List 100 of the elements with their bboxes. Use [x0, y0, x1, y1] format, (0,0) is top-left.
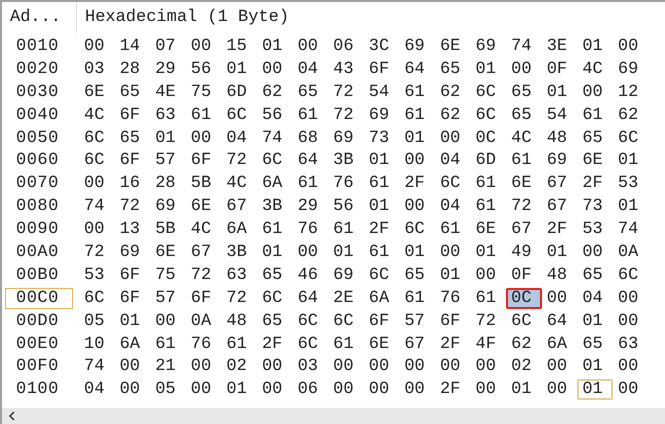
byte-cell[interactable]: 5B [150, 219, 186, 240]
byte-cell[interactable]: 01 [470, 242, 506, 263]
byte-cell[interactable]: 00 [470, 356, 506, 378]
byte-cell[interactable]: 69 [328, 264, 364, 286]
byte-cell[interactable]: 6F [114, 288, 150, 309]
byte-cell[interactable]: 6C [79, 150, 115, 172]
byte-cell[interactable]: 61 [364, 173, 400, 194]
byte-cell[interactable]: 65 [399, 264, 435, 286]
byte-cell[interactable]: 6C [328, 310, 364, 332]
byte-cell[interactable]: 02 [221, 356, 257, 378]
byte-cell[interactable]: 72 [328, 82, 364, 103]
byte-cell[interactable]: 04 [292, 58, 328, 80]
byte-cell[interactable]: 6F [434, 310, 471, 332]
byte-cell[interactable]: 64 [399, 58, 435, 80]
byte-cell[interactable]: 04 [577, 288, 613, 309]
byte-cell[interactable]: 53 [612, 173, 648, 194]
byte-cell[interactable]: 2F [364, 219, 400, 240]
byte-cell[interactable]: 2F [256, 334, 293, 355]
byte-cell[interactable]: 0A [612, 242, 648, 263]
byte-cell[interactable]: 65 [577, 334, 613, 355]
byte-cell[interactable]: 72 [79, 242, 115, 263]
byte-cell[interactable]: 6A [114, 334, 150, 355]
byte-cell[interactable]: 54 [364, 82, 400, 103]
byte-cell[interactable]: 61 [399, 104, 435, 126]
byte-cell[interactable]: 05 [150, 379, 186, 400]
byte-cell[interactable]: 00 [577, 242, 613, 263]
byte-cell[interactable]: 2F [542, 219, 578, 240]
byte-cell[interactable]: 04 [79, 379, 115, 400]
byte-cell[interactable]: 00 [256, 379, 293, 400]
byte-cell[interactable]: 10 [79, 334, 115, 355]
byte-cell[interactable]: 01 [328, 242, 364, 263]
byte-cell[interactable]: 61 [470, 288, 506, 309]
byte-cell[interactable]: 00 [612, 379, 648, 400]
byte-cell[interactable]: 0F [506, 264, 542, 286]
byte-cell[interactable]: 3B [221, 242, 257, 263]
byte-cell[interactable]: 6D [221, 82, 257, 103]
byte-cell[interactable]: 00 [434, 242, 471, 263]
byte-cell[interactable]: 01 [434, 264, 471, 286]
byte-cell[interactable]: 72 [221, 150, 257, 172]
byte-cell[interactable]: 48 [221, 310, 257, 332]
byte-cell[interactable]: 48 [542, 128, 578, 148]
byte-cell[interactable]: 00 [186, 356, 222, 378]
byte-cell[interactable]: 01 [364, 150, 400, 172]
byte-cell[interactable]: 4C [221, 173, 257, 194]
byte-cell[interactable]: 6C [506, 310, 542, 332]
byte-cell[interactable]: 74 [256, 128, 293, 148]
byte-cell[interactable]: 28 [114, 58, 150, 80]
byte-cell[interactable]: 63 [612, 334, 648, 355]
byte-cell[interactable]: 75 [150, 264, 186, 286]
byte-cell[interactable]: 6C [612, 128, 648, 148]
byte-cell[interactable]: 01 [542, 242, 578, 263]
byte-cell[interactable]: 01 [470, 58, 506, 80]
byte-cell[interactable]: 74 [79, 356, 115, 378]
byte-cell[interactable]: 65 [256, 310, 293, 332]
byte-cell[interactable]: 69 [542, 150, 578, 172]
byte-cell[interactable]: 14 [114, 36, 150, 57]
byte-cell[interactable]: 67 [221, 196, 257, 218]
byte-cell[interactable]: 04 [434, 196, 471, 218]
byte-cell[interactable]: 01 [506, 379, 542, 400]
byte-cell[interactable]: 00 [542, 288, 578, 309]
byte-cell[interactable]: 76 [328, 173, 364, 194]
byte-cell[interactable]: 2F [399, 173, 435, 194]
byte-cell[interactable]: 62 [612, 104, 648, 126]
byte-cell[interactable]: 13 [114, 219, 150, 240]
byte-cell[interactable]: 01 [399, 128, 435, 148]
byte-cell[interactable]: 65 [292, 82, 328, 103]
byte-cell[interactable]: 6C [292, 310, 328, 332]
byte-cell[interactable]: 6C [79, 288, 115, 309]
byte-cell[interactable]: 6C [364, 264, 400, 286]
horizontal-scrollbar[interactable] [2, 408, 665, 424]
byte-cell[interactable]: 76 [434, 288, 471, 309]
byte-cell[interactable]: 6A [256, 173, 293, 194]
byte-cell[interactable]: 67 [542, 196, 578, 218]
byte-cell[interactable]: 69 [114, 242, 150, 263]
byte-cell[interactable]: 6A [221, 219, 257, 240]
byte-cell[interactable]: 61 [292, 173, 328, 194]
byte-cell[interactable]: 75 [186, 82, 222, 103]
byte-cell[interactable]: 6F [364, 310, 400, 332]
byte-cell[interactable]: 01 [114, 310, 150, 332]
byte-cell[interactable]: 3E [542, 36, 578, 57]
byte-cell[interactable]: 72 [221, 288, 257, 309]
byte-cell[interactable]: 6F [186, 288, 222, 309]
byte-cell[interactable]: 61 [577, 104, 613, 126]
byte-cell[interactable]: 04 [434, 150, 471, 172]
byte-cell[interactable]: 00 [434, 128, 471, 148]
byte-cell[interactable]: 00 [506, 58, 542, 80]
byte-cell[interactable]: 00 [292, 242, 328, 263]
byte-cell[interactable]: 0C [506, 288, 542, 309]
byte-cell[interactable]: 6C [221, 104, 257, 126]
byte-cell[interactable]: 3B [328, 150, 364, 172]
byte-cell[interactable]: 6E [506, 173, 542, 194]
byte-cell[interactable]: 00 [399, 356, 435, 378]
byte-cell[interactable]: 00 [186, 36, 222, 57]
byte-cell[interactable]: 00 [399, 196, 435, 218]
byte-cell[interactable]: 00 [256, 356, 293, 378]
byte-cell[interactable]: 6A [364, 288, 400, 309]
byte-cell[interactable]: 6E [150, 242, 186, 263]
byte-cell[interactable]: 00 [79, 219, 115, 240]
byte-cell[interactable]: 56 [328, 196, 364, 218]
byte-cell[interactable]: 6C [256, 150, 293, 172]
